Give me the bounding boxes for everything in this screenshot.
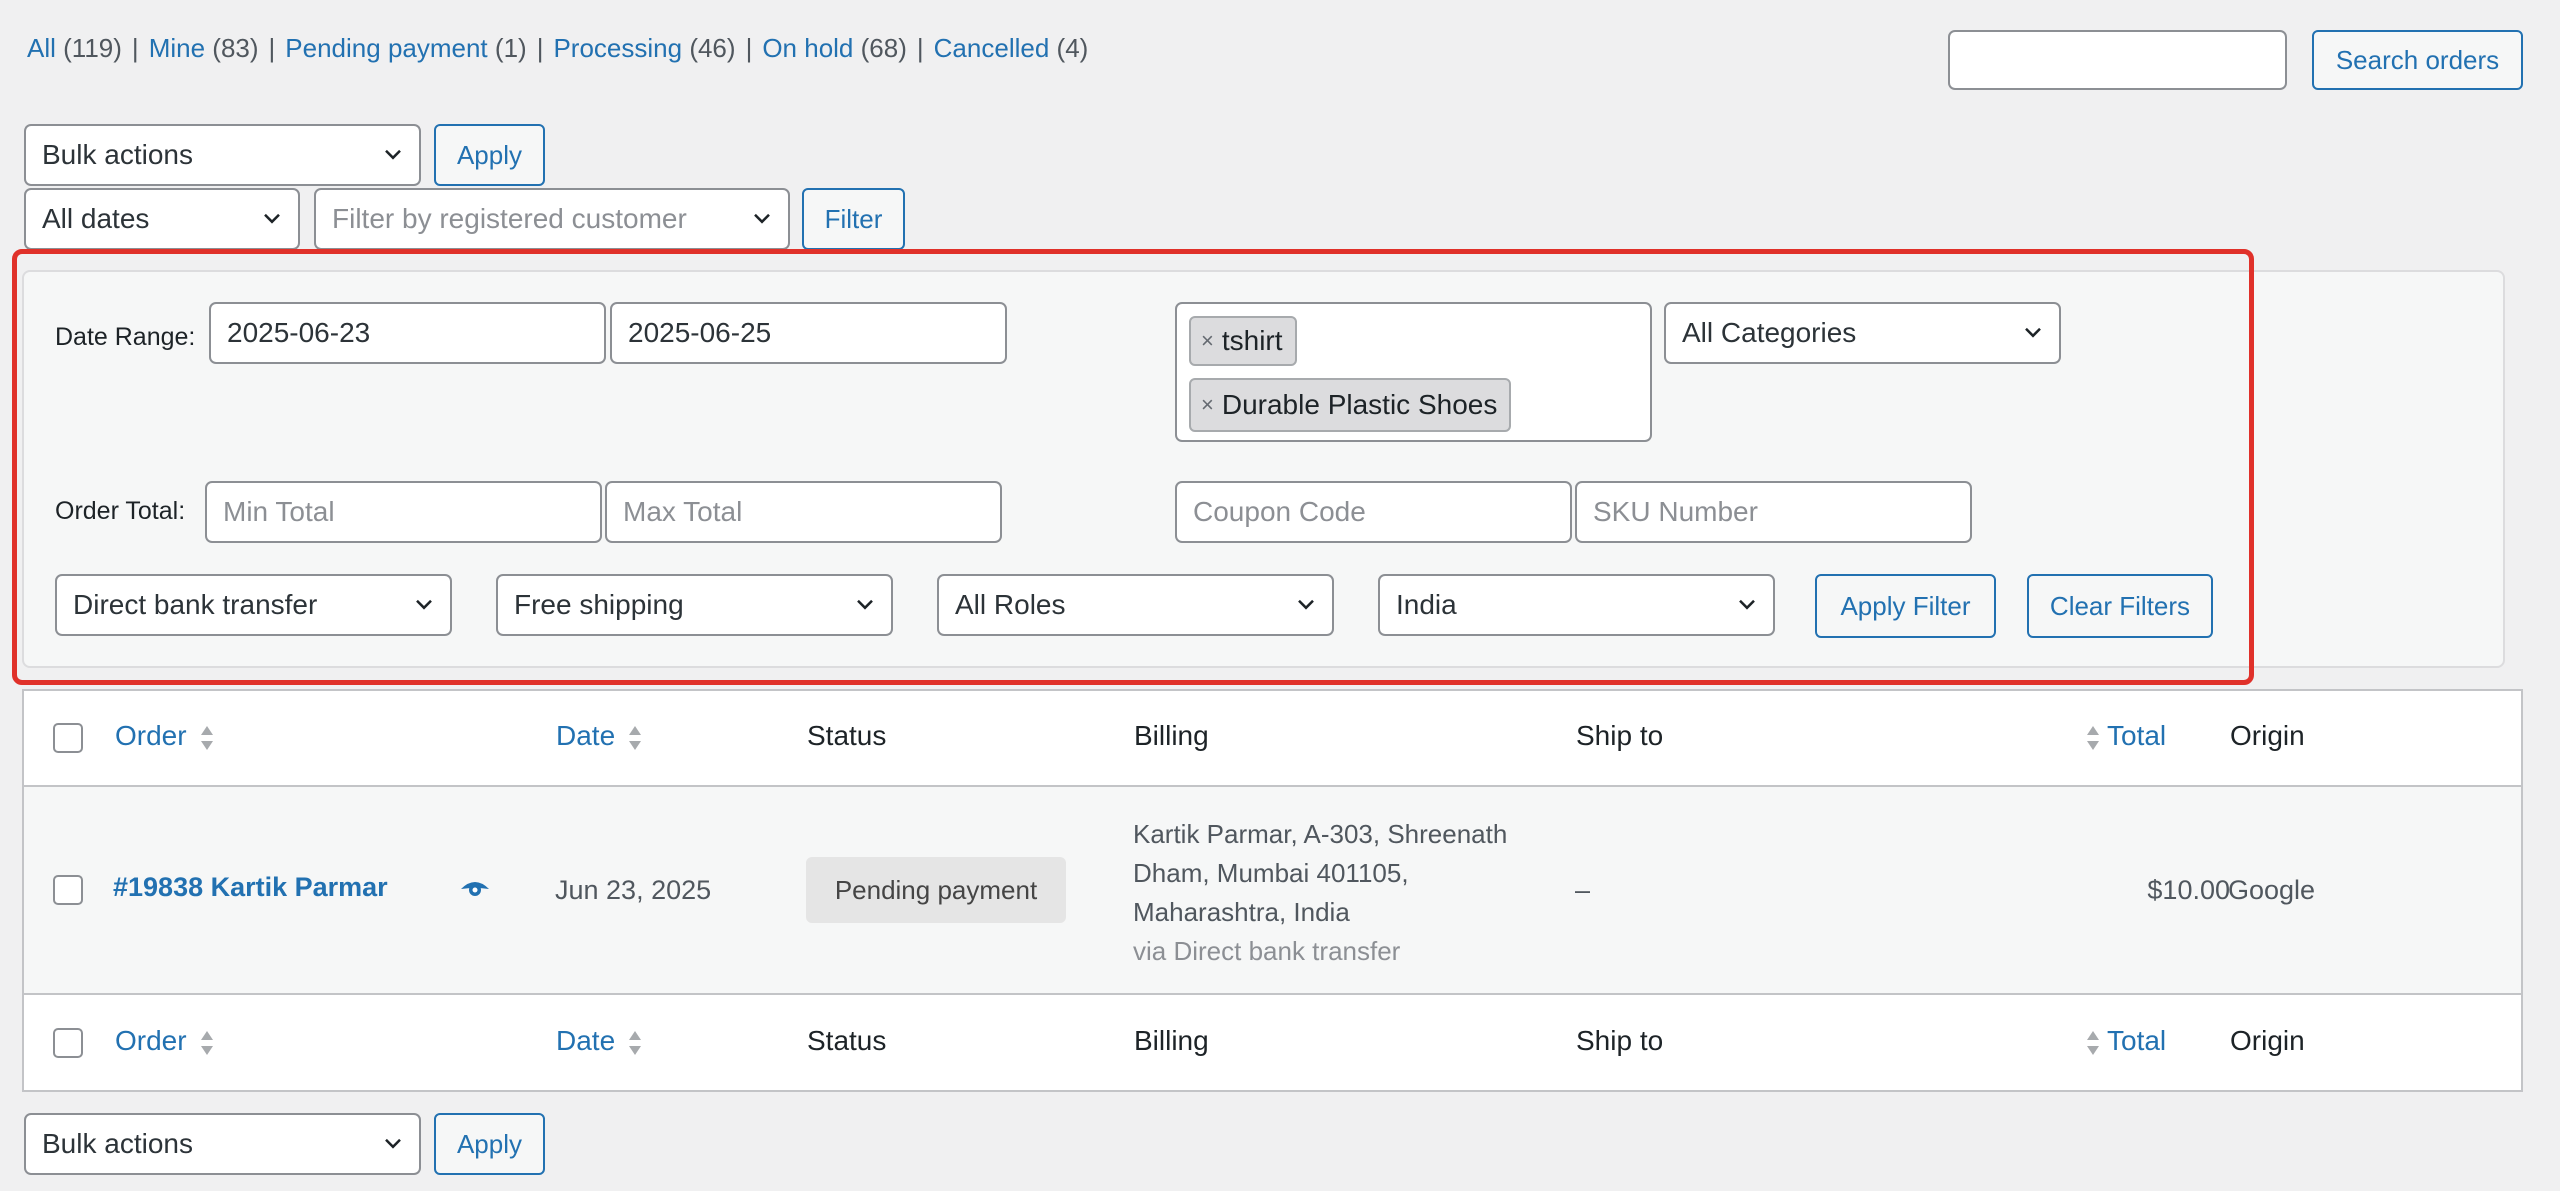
column-footer-origin: Origin (2230, 1025, 2305, 1056)
status-link-mine[interactable]: Mine (149, 33, 205, 63)
status-count-on-hold: (68) (860, 33, 907, 63)
dates-value: All dates (42, 203, 150, 234)
sort-icon (629, 1030, 642, 1055)
status-link-on-hold[interactable]: On hold (762, 33, 853, 63)
billing-address: Kartik Parmar, A-303, Shreenath Dham, Mu… (1133, 815, 1507, 971)
column-footer-billing: Billing (1134, 1025, 1209, 1056)
select-all-checkbox-bottom[interactable] (53, 1028, 83, 1058)
customer-filter-placeholder: Filter by registered customer (332, 203, 687, 234)
column-header-date[interactable]: Date (556, 720, 643, 753)
status-link-pending-payment[interactable]: Pending payment (285, 33, 487, 63)
sort-icon (200, 725, 213, 750)
bulk-apply-button-bottom[interactable]: Apply (434, 1113, 545, 1175)
sort-icon (629, 725, 642, 750)
column-header-billing: Billing (1134, 720, 1209, 751)
column-footer-total[interactable]: Total (2085, 1025, 2166, 1058)
row-checkbox[interactable] (53, 875, 83, 905)
sort-icon (2087, 725, 2099, 750)
column-header-total[interactable]: Total (2085, 720, 2166, 753)
select-all-checkbox[interactable] (53, 723, 83, 753)
status-link-processing[interactable]: Processing (553, 33, 682, 63)
billing-payment-via: via Direct bank transfer (1133, 936, 1401, 966)
bulk-actions-value: Bulk actions (42, 1128, 193, 1159)
search-orders-button[interactable]: Search orders (2312, 30, 2523, 90)
column-footer-ship-to: Ship to (1576, 1025, 1664, 1056)
status-badge: Pending payment (806, 857, 1066, 923)
order-total: $10.00 (2147, 875, 2230, 905)
sort-icon (200, 1030, 213, 1055)
bulk-actions-select-top[interactable]: Bulk actions (24, 124, 421, 186)
chevron-down-icon (385, 149, 401, 160)
column-header-order[interactable]: Order (115, 720, 215, 753)
bulk-actions-select-bottom[interactable]: Bulk actions (24, 1113, 421, 1175)
order-date: Jun 23, 2025 (555, 875, 712, 905)
annotation-highlight-box (12, 249, 2254, 685)
search-orders-input[interactable] (1948, 30, 2287, 90)
ship-to-value: – (1575, 875, 1591, 905)
status-count-all: (119) (63, 33, 122, 63)
chevron-down-icon (264, 213, 280, 224)
column-header-status: Status (807, 720, 887, 751)
status-link-cancelled[interactable]: Cancelled (934, 33, 1050, 63)
order-status-links: All (119) | Mine (83) | Pending payment (1) |… (27, 33, 1089, 63)
column-header-ship-to: Ship to (1576, 720, 1664, 751)
dates-select[interactable]: All dates (24, 188, 300, 250)
order-link[interactable]: #19838 Kartik Parmar (113, 872, 388, 903)
filter-button[interactable]: Filter (802, 188, 905, 250)
table-divider (24, 785, 2521, 787)
column-header-origin: Origin (2230, 720, 2305, 751)
chevron-down-icon (385, 1138, 401, 1149)
customer-filter-select[interactable]: Filter by registered customer (314, 188, 790, 250)
chevron-down-icon (754, 213, 770, 224)
status-count-mine: (83) (212, 33, 259, 63)
status-link-all[interactable]: All (27, 33, 56, 63)
table-divider (24, 993, 2521, 995)
bulk-actions-value: Bulk actions (42, 139, 193, 170)
sort-icon (2087, 1030, 2099, 1055)
column-footer-order[interactable]: Order (115, 1025, 215, 1058)
column-footer-date[interactable]: Date (556, 1025, 643, 1058)
status-count-cancelled: (4) (1056, 33, 1089, 63)
status-count-processing: (46) (689, 33, 736, 63)
preview-eye-icon[interactable] (460, 878, 490, 900)
status-count-pending-payment: (1) (494, 33, 527, 63)
column-footer-status: Status (807, 1025, 887, 1056)
order-origin: Google (2228, 875, 2316, 905)
bulk-apply-button-top[interactable]: Apply (434, 124, 545, 186)
